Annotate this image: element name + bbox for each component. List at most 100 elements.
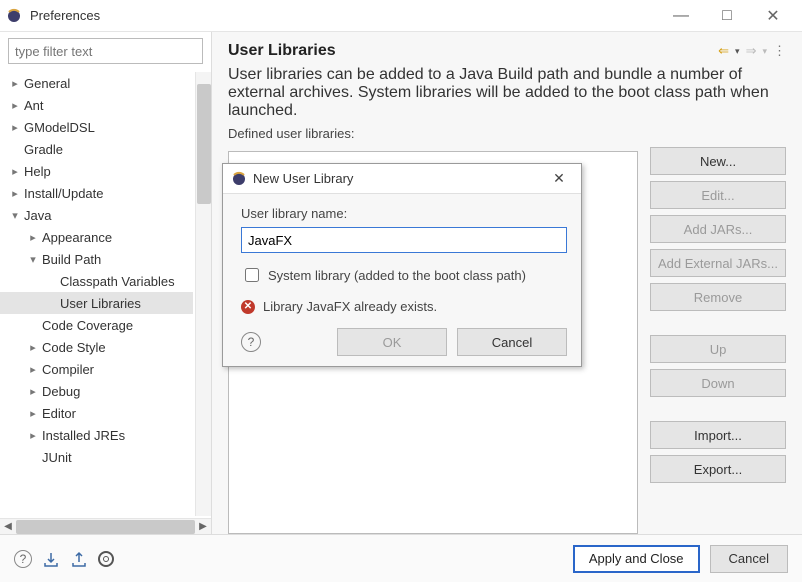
tree-item-user-libraries[interactable]: User Libraries: [0, 292, 193, 314]
tree-item-gmodeldsl[interactable]: ▸GModelDSL: [0, 116, 193, 138]
chevron-right-icon[interactable]: ▸: [24, 341, 42, 354]
import-prefs-icon[interactable]: [42, 550, 60, 568]
up-button: Up: [650, 335, 786, 363]
minimize-button[interactable]: ―: [658, 0, 704, 32]
library-name-input[interactable]: [241, 227, 567, 253]
cancel-button[interactable]: Cancel: [710, 545, 788, 573]
error-message: Library JavaFX already exists.: [263, 299, 437, 314]
tree-item-label: Install/Update: [24, 186, 104, 201]
name-label: User library name:: [241, 206, 567, 221]
add-jars-button: Add JARs...: [650, 215, 786, 243]
tree-item-label: Help: [24, 164, 51, 179]
new-user-library-dialog: New User Library ✕ User library name: Sy…: [222, 163, 582, 367]
chevron-down-icon[interactable]: ▾: [6, 209, 24, 222]
button-column: New... Edit... Add JARs... Add External …: [650, 147, 786, 534]
tree-item-label: Gradle: [24, 142, 63, 157]
tree-item-label: Code Style: [42, 340, 106, 355]
menu-icon[interactable]: ⋮: [773, 43, 786, 59]
tree-item-debug[interactable]: ▸Debug: [0, 380, 193, 402]
defined-label: Defined user libraries:: [228, 126, 786, 141]
remove-button: Remove: [650, 283, 786, 311]
new-button[interactable]: New...: [650, 147, 786, 175]
sidebar: ▸General▸Ant▸GModelDSLGradle▸Help▸Instal…: [0, 32, 212, 534]
export-button[interactable]: Export...: [650, 455, 786, 483]
ok-button: OK: [337, 328, 447, 356]
preferences-tree[interactable]: ▸General▸Ant▸GModelDSLGradle▸Help▸Instal…: [0, 70, 193, 518]
tree-item-label: GModelDSL: [24, 120, 95, 135]
description: User libraries can be added to a Java Bu…: [228, 66, 786, 120]
down-button: Down: [650, 369, 786, 397]
forward-menu-icon: ▾: [762, 46, 767, 57]
filter-input[interactable]: [8, 38, 203, 64]
error-icon: ✕: [241, 300, 255, 314]
add-external-jars-button: Add External JARs...: [650, 249, 786, 277]
tree-item-code-style[interactable]: ▸Code Style: [0, 336, 193, 358]
tree-item-ant[interactable]: ▸Ant: [0, 94, 193, 116]
tree-item-label: Build Path: [42, 252, 101, 267]
system-library-checkbox[interactable]: System library (added to the boot class …: [241, 265, 567, 285]
chevron-right-icon[interactable]: ▸: [6, 165, 24, 178]
dialog-help-icon[interactable]: ?: [241, 332, 261, 352]
tree-item-label: Compiler: [42, 362, 94, 377]
tree-item-build-path[interactable]: ▾Build Path: [0, 248, 193, 270]
tree-item-editor[interactable]: ▸Editor: [0, 402, 193, 424]
maximize-button[interactable]: □: [704, 0, 750, 32]
tree-item-label: Code Coverage: [42, 318, 133, 333]
tree-item-help[interactable]: ▸Help: [0, 160, 193, 182]
titlebar: Preferences ― □ ✕: [0, 0, 802, 32]
eclipse-icon: [6, 8, 22, 24]
chevron-right-icon[interactable]: ▸: [24, 407, 42, 420]
tree-item-install-update[interactable]: ▸Install/Update: [0, 182, 193, 204]
chevron-right-icon[interactable]: ▸: [24, 429, 42, 442]
chevron-right-icon[interactable]: ▸: [6, 121, 24, 134]
tree-item-junit[interactable]: JUnit: [0, 446, 193, 468]
chevron-down-icon[interactable]: ▾: [24, 253, 42, 266]
tree-item-label: Debug: [42, 384, 80, 399]
tree-item-code-coverage[interactable]: Code Coverage: [0, 314, 193, 336]
tree-item-label: Java: [24, 208, 51, 223]
system-library-checkbox-input[interactable]: [245, 268, 259, 282]
close-button[interactable]: ✕: [750, 0, 796, 32]
chevron-right-icon[interactable]: ▸: [24, 385, 42, 398]
tree-item-classpath-variables[interactable]: Classpath Variables: [0, 270, 193, 292]
tree-item-label: Editor: [42, 406, 76, 421]
chevron-right-icon[interactable]: ▸: [24, 231, 42, 244]
edit-button: Edit...: [650, 181, 786, 209]
back-menu-icon[interactable]: ▾: [735, 46, 740, 57]
chevron-right-icon[interactable]: ▸: [6, 187, 24, 200]
tree-item-java[interactable]: ▾Java: [0, 204, 193, 226]
tree-item-label: User Libraries: [60, 296, 141, 311]
footer: ? Apply and Close Cancel: [0, 534, 802, 582]
tree-item-label: Installed JREs: [42, 428, 125, 443]
dialog-close-button[interactable]: ✕: [545, 170, 573, 187]
tree-item-general[interactable]: ▸General: [0, 72, 193, 94]
tree-item-label: General: [24, 76, 70, 91]
tree-item-label: Appearance: [42, 230, 112, 245]
nav-icons: ⇐ ▾ ⇒ ▾ ⋮: [718, 43, 786, 59]
window-title: Preferences: [30, 8, 100, 23]
tree-item-appearance[interactable]: ▸Appearance: [0, 226, 193, 248]
eclipse-icon: [231, 171, 247, 187]
tree-item-installed-jres[interactable]: ▸Installed JREs: [0, 424, 193, 446]
tree-item-label: Ant: [24, 98, 44, 113]
system-library-label: System library (added to the boot class …: [268, 268, 526, 283]
forward-icon: ⇒: [746, 43, 757, 59]
export-prefs-icon[interactable]: [70, 550, 88, 568]
tree-item-compiler[interactable]: ▸Compiler: [0, 358, 193, 380]
dialog-cancel-button[interactable]: Cancel: [457, 328, 567, 356]
tree-item-gradle[interactable]: Gradle: [0, 138, 193, 160]
oomph-icon[interactable]: [98, 551, 114, 567]
import-button[interactable]: Import...: [650, 421, 786, 449]
chevron-right-icon[interactable]: ▸: [6, 77, 24, 90]
tree-item-label: JUnit: [42, 450, 72, 465]
chevron-right-icon[interactable]: ▸: [24, 363, 42, 376]
apply-and-close-button[interactable]: Apply and Close: [573, 545, 700, 573]
help-icon[interactable]: ?: [14, 550, 32, 568]
back-icon[interactable]: ⇐: [718, 43, 729, 59]
vertical-scrollbar[interactable]: [195, 72, 211, 516]
chevron-right-icon[interactable]: ▸: [6, 99, 24, 112]
tree-item-label: Classpath Variables: [60, 274, 175, 289]
horizontal-scrollbar[interactable]: ◀▶: [0, 518, 211, 534]
page-title: User Libraries: [228, 42, 718, 60]
dialog-title: New User Library: [253, 171, 545, 186]
